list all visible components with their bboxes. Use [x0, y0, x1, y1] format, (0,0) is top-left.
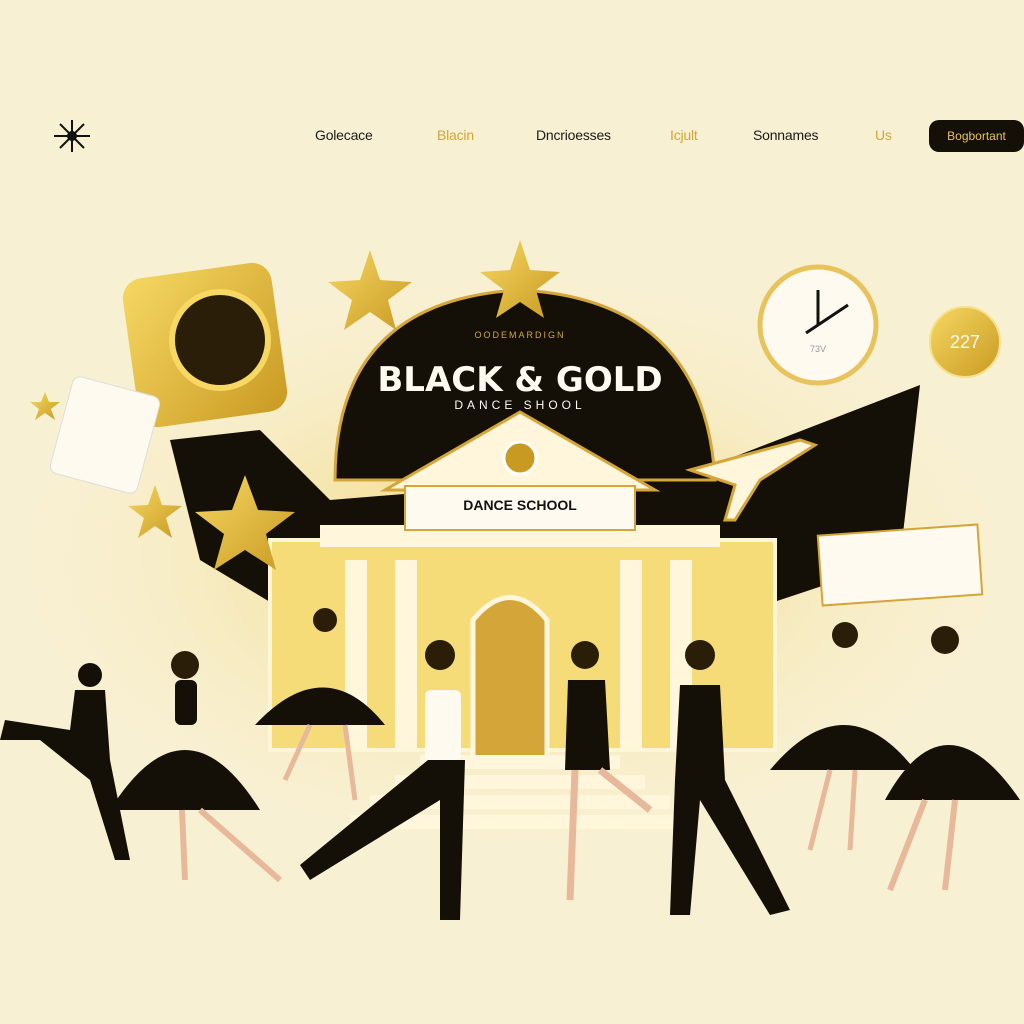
nav-item-golecace[interactable]: Golecace — [315, 127, 373, 143]
ticket-icon — [816, 523, 984, 607]
nav-item-icjult[interactable]: Icjult — [670, 127, 698, 143]
badge-number: 227 — [949, 332, 981, 352]
cta-button[interactable]: Bogbortant — [929, 120, 1024, 152]
clock-text: 73V — [809, 344, 826, 354]
nav-item-sonnames[interactable]: Sonnames — [753, 127, 819, 143]
starburst-logo-icon[interactable] — [48, 118, 96, 154]
nav-item-dncrioesses[interactable]: Dncrioesses — [536, 127, 611, 143]
nav-item-blacin[interactable]: Blacin — [437, 127, 474, 143]
hero-kicker: OODEMARDIGN — [474, 330, 566, 340]
building-sign: DANCE SCHOOL — [463, 497, 577, 513]
nav-item-us[interactable]: Us — [875, 127, 892, 143]
hero-subtitle: DANCE SHOOL — [454, 398, 586, 412]
hero-title: BLACK & GOLD — [377, 360, 663, 400]
top-navigation: Golecace Blacin Dncrioesses Icjult Sonna… — [0, 118, 1024, 154]
clock-icon — [757, 264, 879, 386]
